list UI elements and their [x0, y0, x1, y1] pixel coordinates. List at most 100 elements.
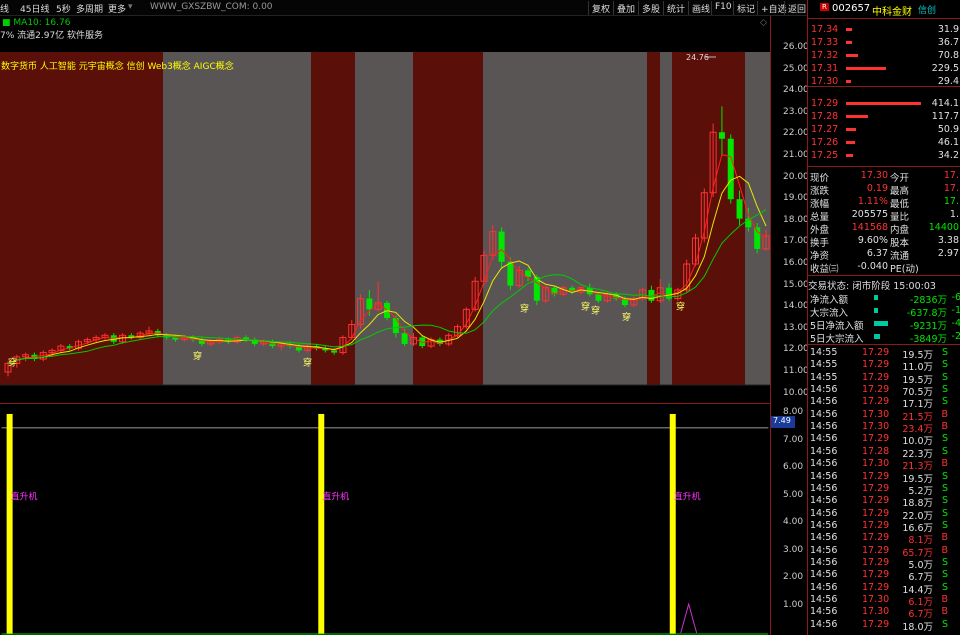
stat-row: 现价 17.30 今开 17. — [810, 170, 959, 184]
sub-tick: 4.00 — [783, 517, 804, 527]
tick-row: 14:56 17.29 5.2万 S — [810, 482, 948, 497]
price-tick: 21.00 — [783, 150, 809, 160]
tick-row: 14:56 17.29 5.0万 S — [810, 556, 948, 571]
r-badge: R — [820, 3, 829, 11]
expand-icon[interactable]: ◇ — [760, 18, 767, 28]
tick-row: 14:56 17.29 17.1万 S — [810, 396, 948, 411]
tick-row: 14:56 17.30 21.5万 B — [810, 408, 948, 423]
tick-row: 14:56 17.29 14.4万 S — [810, 581, 948, 596]
chevron-down-icon[interactable]: ▾ — [128, 2, 133, 12]
btn-back[interactable]: 返回 — [784, 1, 809, 15]
btn-multistock[interactable]: 多股 — [638, 1, 663, 15]
legend-square-icon: ■ — [2, 18, 11, 28]
tick-row: 14:55 17.29 19.5万 S — [810, 371, 948, 386]
signal-label: 穿 — [622, 311, 631, 323]
indicator-label: WWW_GXSZBW_COM: 0.00 — [150, 2, 273, 12]
sub-signal-label-2: 直升机 — [322, 491, 349, 503]
price-tick: 22.00 — [783, 128, 809, 139]
kline-chart[interactable]: 穿穿穿穿穿穿穿穿 数字货币 人工智能 元宇宙概念 信创 Web3概念 AIGC概… — [0, 38, 770, 398]
flow-row: 5日净流入额 -9231万 -4 — [810, 318, 960, 332]
concept-band — [163, 52, 311, 385]
signal-label: 穿 — [591, 305, 600, 317]
btn-stats[interactable]: 统计 — [663, 1, 688, 15]
concept-band — [647, 52, 660, 385]
toolbar-item-multiperiod[interactable]: 多周期 — [76, 2, 103, 15]
tick-row: 14:56 17.29 6.7万 S — [810, 569, 948, 584]
signal-label: 穿 — [8, 357, 17, 369]
btn-fuquan[interactable]: 复权 — [588, 1, 613, 15]
btn-mark[interactable]: 标记 — [733, 1, 758, 15]
price-tick: 18.00 — [783, 214, 809, 225]
sub-indicator-chart[interactable]: 直升机 直升机 直升机 — [0, 403, 770, 635]
candle-body — [507, 261, 514, 286]
quote-panel: R 002657 中科金财 信创 17.34 31.9 17.33 36.7 17.… — [807, 0, 960, 635]
toolbar-item-line[interactable]: 线 — [0, 2, 9, 15]
ma10-readout: MA10: 16.76 — [13, 18, 71, 28]
bid-row: 17.28 117.7 — [811, 111, 959, 122]
signal-label: 穿 — [193, 350, 202, 362]
candle-body — [718, 132, 725, 139]
btn-f10[interactable]: F10 — [711, 1, 735, 15]
price-tick: 25.00 — [783, 63, 809, 74]
candle-body — [498, 231, 505, 262]
tick-row: 14:56 17.29 16.6万 S — [810, 519, 948, 534]
concept-tags: 数字货币 人工智能 元宇宙概念 信创 Web3概念 AIGC概念 — [1, 60, 234, 72]
concept-band — [0, 52, 163, 385]
helicopter-bars — [6, 413, 676, 635]
stat-row: 涨幅 1.11% 最低 17. — [810, 196, 959, 210]
tick-row: 14:56 17.29 18.0万 S — [810, 618, 948, 633]
signal-label: 穿 — [520, 303, 529, 315]
price-tick: 20.00 — [783, 171, 809, 182]
stock-code: 002657 — [832, 3, 871, 14]
ask-row: 17.33 36.7 — [811, 37, 959, 48]
concept-band — [483, 52, 647, 385]
sub-tick: 5.00 — [783, 489, 804, 500]
flow-row: 大宗流入 -637.8万 -1 — [810, 305, 960, 319]
toolbar-item-45day[interactable]: 45日线 — [20, 2, 49, 15]
tick-row: 14:56 17.30 23.4万 B — [810, 421, 948, 436]
candle-body — [736, 199, 743, 219]
stat-row: 收益㈢ -0.040 PE(动) — [810, 261, 919, 275]
indicator-info-bar: ■ MA10: 16.76 7% 流通2.97亿 软件服务 ◇ — [0, 16, 770, 41]
peak-label: 24.76 — [686, 53, 709, 62]
price-tick: 26.00 — [783, 42, 809, 52]
sub-tick: 1.00 — [783, 599, 804, 610]
price-tick: 12.00 — [783, 344, 809, 355]
stock-tag: 信创 — [918, 6, 937, 16]
flow-row: 净流入额 -2836万 -6 — [810, 292, 960, 306]
bid-row: 17.25 34.2 — [811, 150, 959, 161]
sub-tick: 7.00 — [783, 434, 804, 445]
stat-row: 外盘 141568 内盘 14400 — [810, 222, 959, 236]
tick-row: 14:56 17.29 70.5万 S — [810, 384, 948, 399]
stat-row: 涨跌 0.19 最高 17. — [810, 183, 959, 197]
tick-row: 14:56 17.29 10.0万 S — [810, 433, 948, 448]
stat-row: 总量 205575 量比 1. — [810, 209, 959, 223]
candle-body — [727, 138, 734, 200]
ask-row: 17.34 31.9 — [811, 24, 959, 35]
sub-tick: 2.00 — [783, 572, 804, 582]
price-tick: 15.00 — [783, 279, 809, 290]
tick-row: 14:56 17.29 18.8万 S — [810, 495, 948, 510]
sub-value-badge: 7.49 — [771, 416, 795, 428]
price-tick: 14.00 — [783, 301, 809, 312]
trade-status: 交易状态: 闭市阶段 15:00:03 — [808, 281, 936, 292]
btn-draw[interactable]: 画线 — [688, 1, 713, 15]
price-tick: 23.00 — [783, 106, 809, 117]
price-axis: 26.00 25.00 24.00 23.00 22.00 21.00 20.00 19.00… — [770, 16, 809, 635]
bid-row: 17.29 414.1 — [811, 98, 959, 109]
btn-overlay[interactable]: 叠加 — [613, 1, 638, 15]
toolbar-item-more[interactable]: 更多 — [108, 2, 126, 15]
flow-row: 5日大宗流入 -3849万 -2 — [810, 331, 960, 345]
price-tick: 10.00 — [783, 387, 809, 398]
price-tick: 17.00 — [783, 236, 809, 247]
sub-tick: 6.00 — [783, 462, 804, 472]
candle-body — [366, 298, 373, 310]
toolbar-item-5sec[interactable]: 5秒 — [56, 2, 71, 15]
bid-row: 17.27 50.9 — [811, 124, 959, 135]
tick-row: 14:55 17.29 11.0万 S — [810, 359, 948, 374]
concept-band — [660, 52, 672, 385]
signal-label: 穿 — [303, 357, 312, 369]
concept-band — [672, 52, 745, 385]
tick-row: 14:56 17.29 22.0万 S — [810, 507, 948, 522]
tick-row: 14:56 17.29 8.1万 B — [810, 532, 948, 547]
